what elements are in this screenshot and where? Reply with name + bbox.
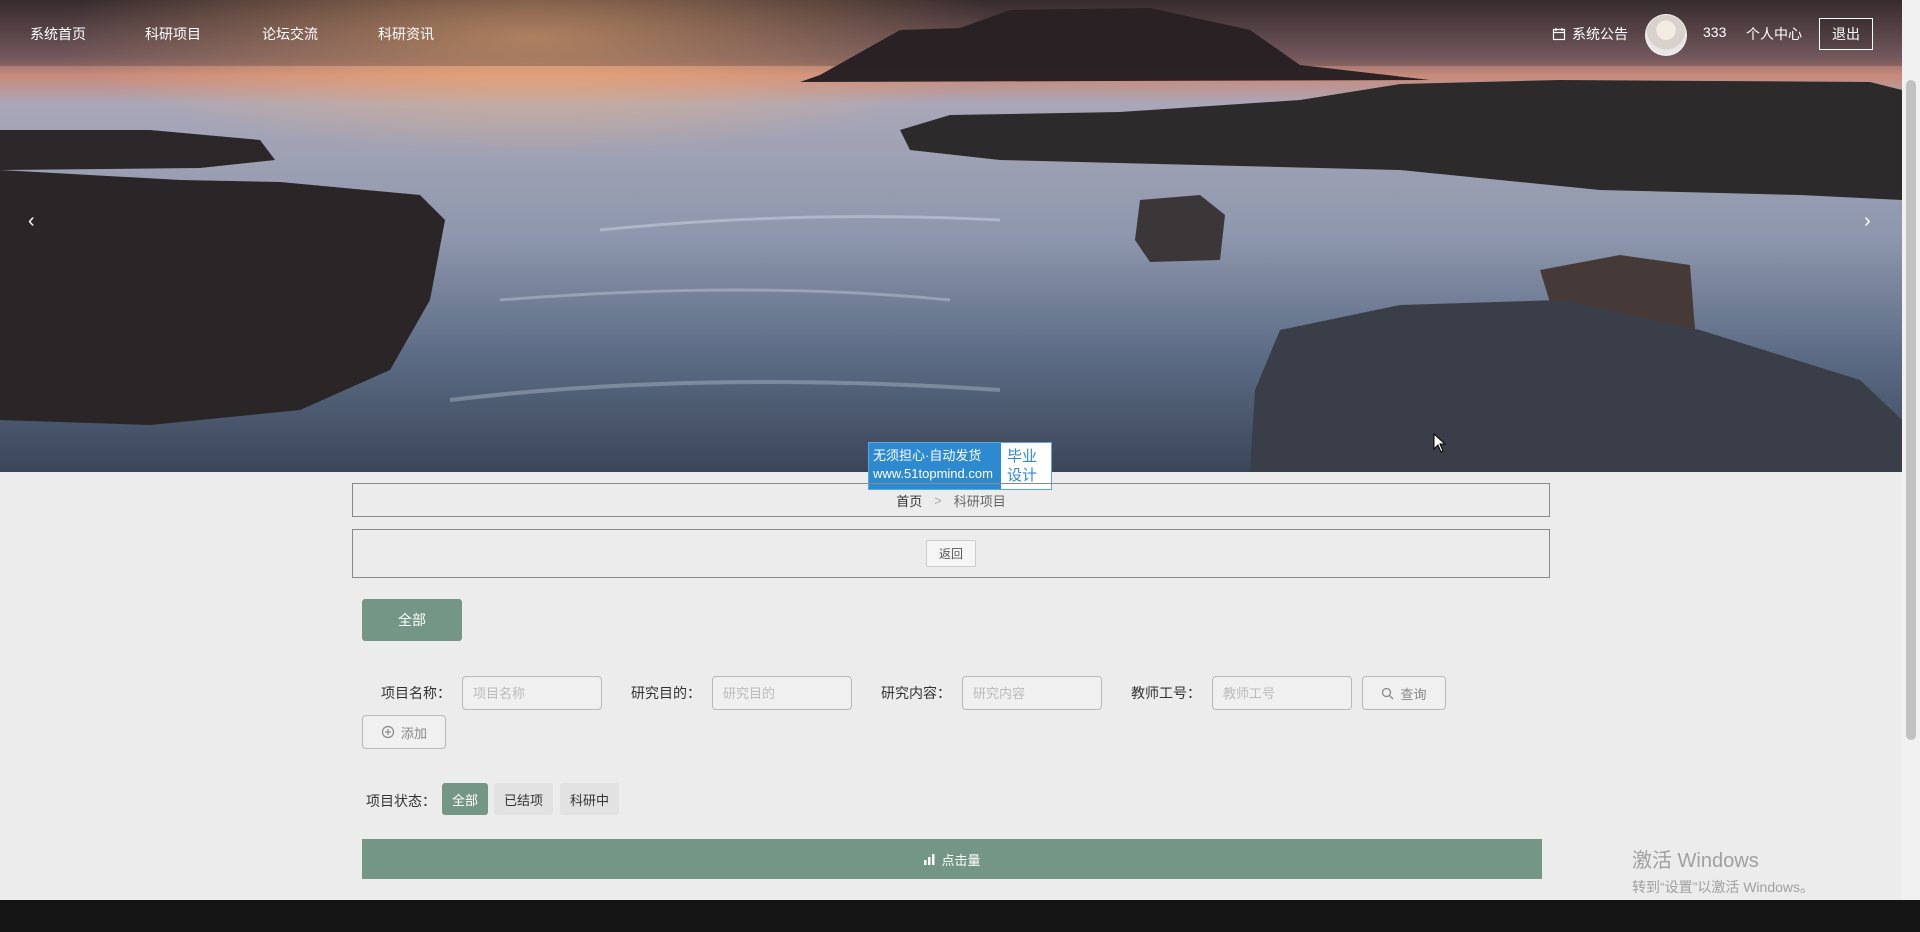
avatar[interactable] [1645, 14, 1687, 56]
search-button[interactable]: 查询 [1362, 676, 1446, 710]
search-icon [1382, 687, 1394, 699]
filter-label-research-purpose: 研究目的： [631, 685, 701, 701]
bottom-bar [0, 900, 1920, 932]
windows-activation-hint: 转到“设置”以激活 Windows。 [1632, 879, 1815, 895]
status-tab-all[interactable]: 全部 [442, 783, 489, 815]
status-label: 项目状态： [366, 793, 436, 809]
teacher-id-input[interactable] [1212, 676, 1352, 710]
scrollbar-thumb[interactable] [1906, 80, 1916, 740]
breadcrumb-current: 科研项目 [953, 493, 1006, 509]
category-all-button[interactable]: 全部 [362, 599, 462, 641]
add-button[interactable]: 添加 [362, 715, 446, 749]
research-content-input[interactable] [962, 676, 1102, 710]
mouse-cursor-icon [1433, 433, 1447, 453]
bar-chart-icon [924, 854, 935, 865]
chevron-right-icon[interactable]: › [1864, 210, 1871, 233]
plus-circle-icon [381, 725, 395, 739]
filter-label-teacher-id: 教师工号： [1131, 685, 1201, 701]
hero-banner: 系统首页 科研项目 论坛交流 科研资讯 系统公告 333 个人中心 退出 ‹ › [0, 0, 1902, 472]
breadcrumb-separator: > [934, 492, 942, 508]
nav-item-research-news[interactable]: 科研资讯 [378, 24, 434, 44]
nav-item-forum[interactable]: 论坛交流 [262, 24, 318, 44]
back-bar: 返回 [352, 529, 1550, 578]
watermark-line1: 无须担心·自动发货 [873, 448, 982, 463]
personal-center-link[interactable]: 个人中心 [1746, 24, 1802, 44]
sort-by-clicks-label: 点击量 [941, 852, 981, 868]
logout-button[interactable]: 退出 [1819, 18, 1873, 50]
nav-item-home[interactable]: 系统首页 [30, 24, 86, 44]
research-purpose-input[interactable] [712, 676, 852, 710]
status-tab-in-progress[interactable]: 科研中 [560, 783, 620, 815]
filter-label-project-name: 项目名称： [381, 685, 451, 701]
watermark-line2: www.51topmind.com [873, 466, 993, 481]
seascape-image [0, 0, 1902, 472]
status-tab-completed[interactable]: 已结项 [494, 783, 554, 815]
back-button[interactable]: 返回 [925, 540, 976, 567]
breadcrumb-home[interactable]: 首页 [896, 491, 922, 510]
page-scrollbar[interactable] [1902, 0, 1920, 900]
system-notice-link[interactable]: 系统公告 [1552, 24, 1628, 44]
filter-label-research-content: 研究内容： [881, 685, 951, 701]
chevron-left-icon[interactable]: ‹ [28, 210, 35, 233]
breadcrumb: 首页 > 科研项目 [352, 483, 1550, 517]
nav-item-research-projects[interactable]: 科研项目 [145, 24, 201, 44]
sort-by-clicks-button[interactable]: 点击量 [362, 839, 1542, 879]
project-name-input[interactable] [462, 676, 602, 710]
windows-activation-watermark: 激活 Windows 转到“设置”以激活 Windows。 [1632, 844, 1814, 897]
calendar-icon [1552, 28, 1566, 41]
watermark-right1: 毕业 [1007, 448, 1038, 465]
search-button-label: 查询 [1400, 686, 1427, 702]
username: 333 [1703, 24, 1727, 40]
system-notice-label: 系统公告 [1572, 26, 1628, 42]
add-button-label: 添加 [400, 725, 427, 741]
windows-activation-title: 激活 Windows [1632, 850, 1759, 872]
